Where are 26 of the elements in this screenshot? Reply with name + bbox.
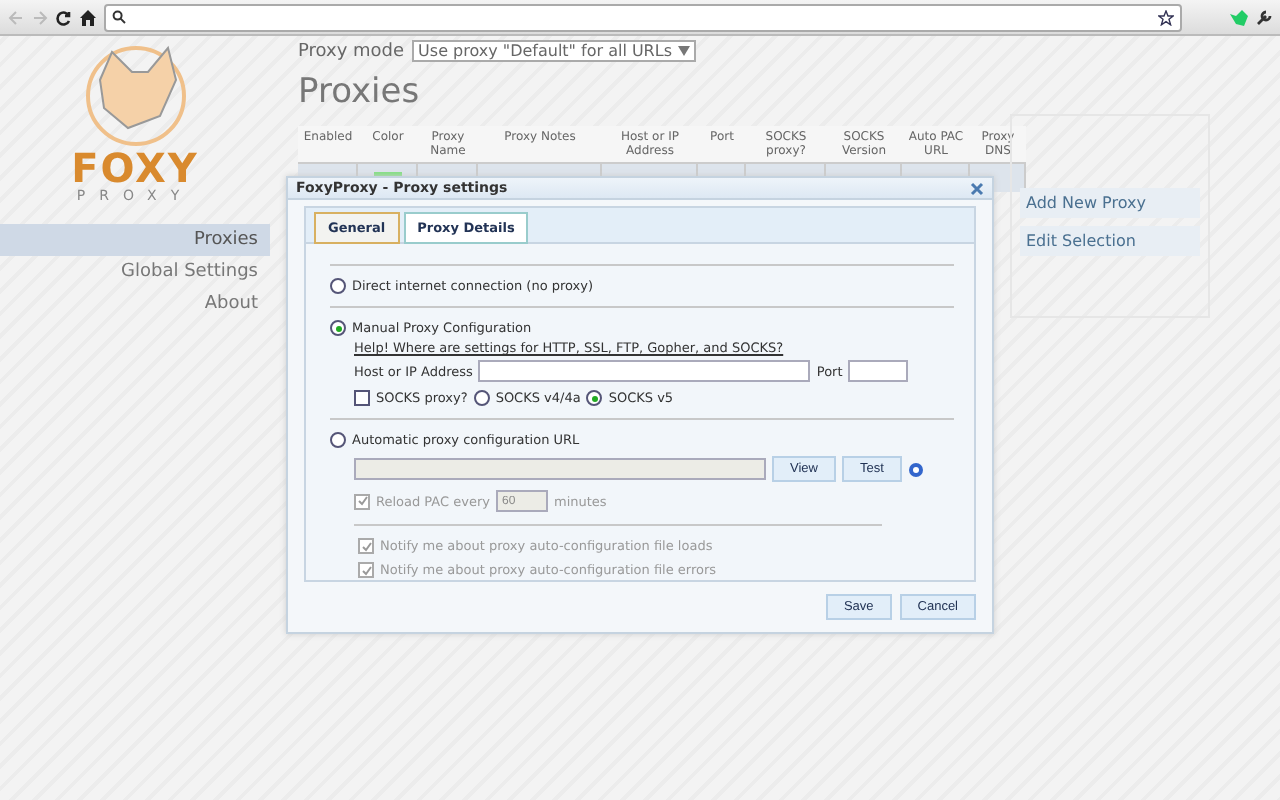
- home-icon[interactable]: [80, 9, 96, 25]
- help-icon[interactable]: [907, 461, 924, 477]
- caret-icon: [678, 46, 690, 56]
- radio-button[interactable]: [473, 390, 490, 406]
- action-link[interactable]: Edit Selection: [1020, 226, 1200, 256]
- reload-icon[interactable]: [56, 9, 72, 25]
- close-icon[interactable]: [970, 181, 984, 195]
- host-input-field[interactable]: [478, 360, 811, 382]
- sidebar-item[interactable]: Global Settings: [0, 256, 270, 288]
- radio-button[interactable]: [330, 320, 346, 336]
- pac-url-input-field[interactable]: [354, 458, 766, 480]
- radio-button[interactable]: [586, 390, 603, 406]
- sidebar-item[interactable]: Proxies: [0, 224, 270, 256]
- wrench-icon[interactable]: [1256, 9, 1272, 25]
- proxy-mode-select[interactable]: Use proxy "Default" for all URLs: [412, 40, 696, 62]
- proxy-mode-label: Proxy mode: [298, 41, 405, 61]
- star-icon[interactable]: [1158, 9, 1174, 25]
- action-link[interactable]: Add New Proxy: [1020, 188, 1200, 218]
- logo-wordmark: FOXY: [71, 148, 199, 188]
- search-icon: [112, 10, 126, 24]
- checkbox[interactable]: [354, 390, 370, 406]
- sidebar-item[interactable]: About: [0, 288, 270, 320]
- radio-button[interactable]: [330, 432, 346, 448]
- port-input-field[interactable]: [848, 360, 909, 382]
- radio-button[interactable]: [330, 278, 346, 294]
- page-title: Proxies: [298, 70, 422, 114]
